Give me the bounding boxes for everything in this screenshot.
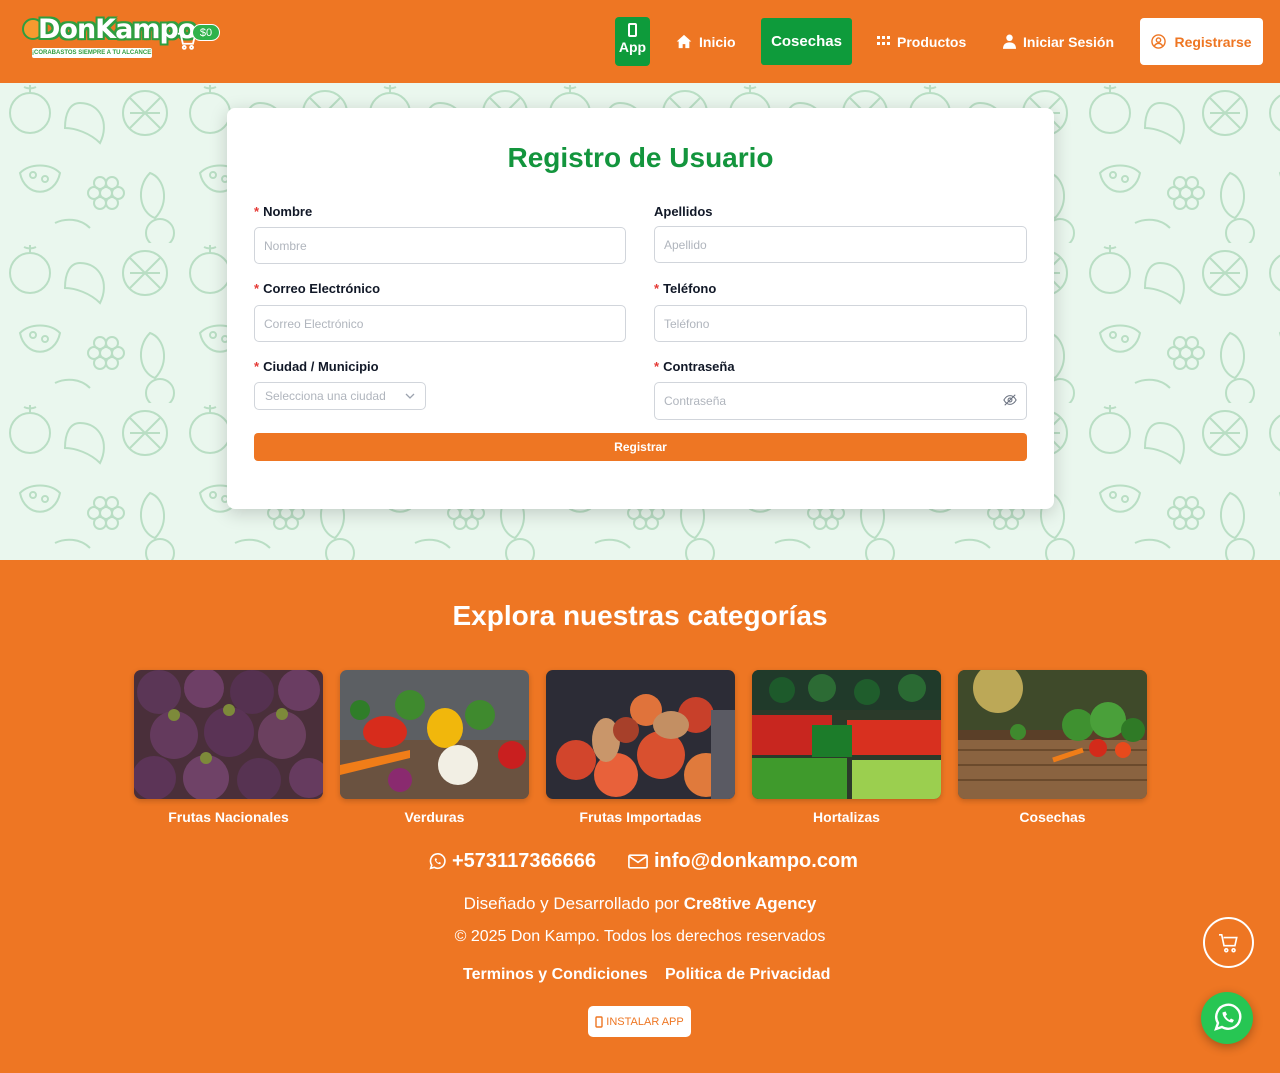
- install-app-label: INSTALAR APP: [606, 1015, 684, 1028]
- telefono-input[interactable]: [654, 305, 1027, 342]
- nav-cosechas[interactable]: Cosechas: [761, 18, 852, 65]
- category-image-frutas-importadas: [546, 670, 735, 799]
- nav-productos-label: Productos: [897, 33, 967, 50]
- cart-total-badge: $0: [192, 24, 220, 41]
- ciudad-label: * Ciudad / Municipio: [254, 359, 379, 374]
- category-image-hortalizas: [752, 670, 941, 799]
- category-image-verduras: [340, 670, 529, 799]
- contrasena-label-text: Contraseña: [663, 359, 735, 374]
- credit-agency-link[interactable]: Cre8tive Agency: [684, 894, 817, 913]
- nav-login-label: Iniciar Sesión: [1023, 33, 1115, 50]
- whatsapp-icon: [429, 852, 446, 869]
- eye-slash-icon[interactable]: [1003, 393, 1017, 407]
- nombre-label-text: Nombre: [263, 204, 313, 219]
- categories-title: Explora nuestras categorías: [452, 600, 828, 631]
- category-label: Verduras: [404, 809, 465, 825]
- nav-productos[interactable]: Productos: [865, 18, 978, 65]
- nav-register-button[interactable]: Registrarse: [1140, 18, 1263, 65]
- terms-link[interactable]: Terminos y Condiciones: [463, 966, 648, 984]
- required-mark: *: [254, 281, 260, 296]
- logo[interactable]: DonKampo ¡CORABASTOS SIEMPRE A TU ALCANC…: [22, 14, 196, 60]
- ciudad-label-text: Ciudad / Municipio: [263, 359, 379, 374]
- required-mark: *: [254, 204, 260, 219]
- email-text: info@donkampo.com: [654, 850, 858, 872]
- credit-prefix: Diseñado y Desarrollado por: [463, 894, 680, 913]
- category-image-cosechas: [958, 670, 1147, 799]
- category-card[interactable]: Verduras: [340, 670, 529, 825]
- apellidos-label-text: Apellidos: [654, 204, 713, 219]
- nombre-label: * Nombre: [254, 204, 312, 219]
- nav-inicio-label: Inicio: [699, 33, 736, 50]
- logo-text: DonKampo: [38, 14, 196, 45]
- user-circle-icon: [1151, 34, 1167, 49]
- form-title: Registro de Usuario: [507, 142, 774, 173]
- category-card[interactable]: Hortalizas: [752, 670, 941, 825]
- copyright: © 2025 Don Kampo. Todos los derechos res…: [454, 928, 826, 945]
- footer: Explora nuestras categorías Frutas Nacio…: [0, 560, 1280, 1073]
- mail-icon: [628, 854, 648, 869]
- register-card: Registro de Usuario *Nombre Apellidos *C…: [227, 108, 1054, 509]
- nav-cosechas-label: Cosechas: [771, 33, 842, 50]
- required-mark: *: [254, 359, 260, 374]
- category-label: Hortalizas: [813, 809, 880, 825]
- floating-whatsapp-button[interactable]: [1201, 992, 1253, 1044]
- category-card[interactable]: Frutas Importadas: [546, 670, 735, 825]
- nav-inicio[interactable]: Inicio: [664, 18, 748, 65]
- category-card[interactable]: Cosechas: [958, 670, 1147, 825]
- email-contact[interactable]: info@donkampo.com: [628, 850, 858, 873]
- category-label: Frutas Nacionales: [168, 809, 289, 825]
- privacy-link[interactable]: Politica de Privacidad: [665, 966, 830, 984]
- correo-label: * Correo Electrónico: [254, 281, 380, 296]
- credit-line: Diseñado y Desarrollado por Cre8tive Age…: [0, 894, 1280, 914]
- phone-text: +573117366666: [452, 850, 597, 872]
- nombre-input[interactable]: [254, 227, 626, 264]
- grid-icon: [877, 36, 890, 45]
- top-navbar: DonKampo ¡CORABASTOS SIEMPRE A TU ALCANC…: [0, 0, 1280, 83]
- logo-tagline: ¡CORABASTOS SIEMPRE A TU ALCANCE!: [32, 48, 152, 58]
- correo-input[interactable]: [254, 305, 626, 342]
- correo-label-text: Correo Electrónico: [263, 281, 381, 296]
- install-app-button[interactable]: INSTALAR APP: [588, 1006, 691, 1037]
- apellidos-label: Apellidos: [654, 204, 713, 219]
- chevron-down-icon: [405, 393, 415, 399]
- category-card[interactable]: Frutas Nacionales: [134, 670, 323, 825]
- nav-register-label: Registrarse: [1174, 33, 1252, 50]
- contrasena-input[interactable]: [654, 382, 1027, 420]
- category-label: Frutas Importadas: [579, 809, 702, 825]
- cart-icon: [1218, 933, 1238, 953]
- phone-icon: [628, 23, 637, 37]
- apellidos-input[interactable]: [654, 226, 1027, 263]
- whatsapp-icon: [1214, 1003, 1242, 1031]
- required-mark: *: [654, 359, 660, 374]
- nav-app-button[interactable]: App: [615, 17, 650, 66]
- telefono-label-text: Teléfono: [663, 281, 717, 296]
- ciudad-select[interactable]: Selecciona una ciudad: [254, 382, 426, 410]
- nav-login[interactable]: Iniciar Sesión: [991, 18, 1126, 65]
- home-icon: [676, 34, 692, 49]
- phone-icon: [595, 1015, 603, 1028]
- floating-cart-button[interactable]: [1203, 917, 1254, 968]
- telefono-label: * Teléfono: [654, 281, 716, 296]
- register-submit-button[interactable]: Registrar: [254, 433, 1027, 461]
- user-icon: [1003, 34, 1016, 49]
- ciudad-select-placeholder: Selecciona una ciudad: [265, 389, 386, 403]
- contrasena-label: * Contraseña: [654, 359, 735, 374]
- category-image-frutas-nacionales: [134, 670, 323, 799]
- nav-app-label: App: [618, 39, 647, 55]
- required-mark: *: [654, 281, 660, 296]
- category-label: Cosechas: [1019, 809, 1086, 825]
- phone-contact[interactable]: +573117366666: [428, 850, 596, 873]
